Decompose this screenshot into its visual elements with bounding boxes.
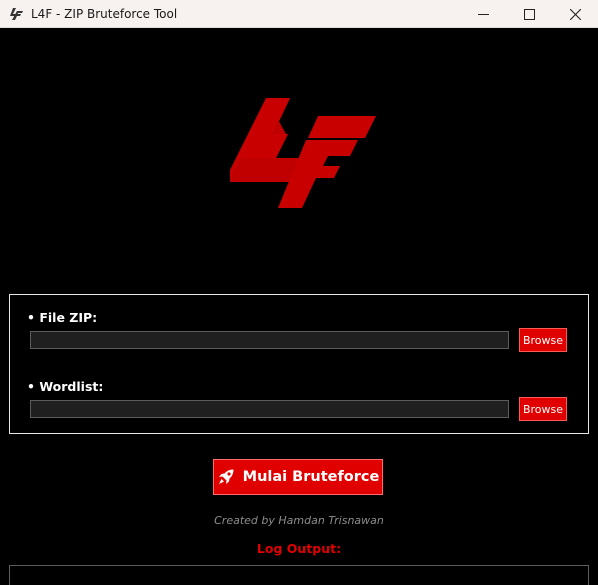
rocket-icon — [218, 469, 234, 484]
wordlist-label: • Wordlist: — [27, 379, 104, 394]
wordlist-input[interactable] — [30, 400, 509, 418]
maximize-button[interactable] — [506, 0, 552, 28]
log-output-box[interactable] — [9, 565, 589, 585]
browse-wordlist-button[interactable]: Browse — [519, 397, 567, 421]
log-output-label: Log Output: — [256, 541, 342, 556]
maximize-icon — [523, 8, 535, 20]
file-selection-panel: • File ZIP: Browse • Wordlist: Browse — [9, 294, 589, 434]
start-button-label: Mulai Bruteforce — [242, 469, 380, 485]
title-bar[interactable]: L4F - ZIP Bruteforce Tool — [0, 0, 598, 28]
start-bruteforce-button[interactable]: Mulai Bruteforce — [213, 459, 383, 495]
close-button[interactable] — [552, 0, 598, 28]
window-title: L4F - ZIP Bruteforce Tool — [31, 6, 178, 21]
minimize-button[interactable] — [460, 0, 506, 28]
close-icon — [569, 8, 581, 20]
l4f-app-icon — [9, 6, 25, 22]
zip-file-label: • File ZIP: — [27, 310, 98, 325]
l4f-logo — [228, 96, 378, 212]
zip-file-input[interactable] — [30, 331, 509, 349]
browse-zip-button[interactable]: Browse — [519, 328, 567, 352]
minimize-icon — [477, 13, 489, 15]
credit-text: Created by Hamdan Trisnawan — [214, 514, 384, 527]
